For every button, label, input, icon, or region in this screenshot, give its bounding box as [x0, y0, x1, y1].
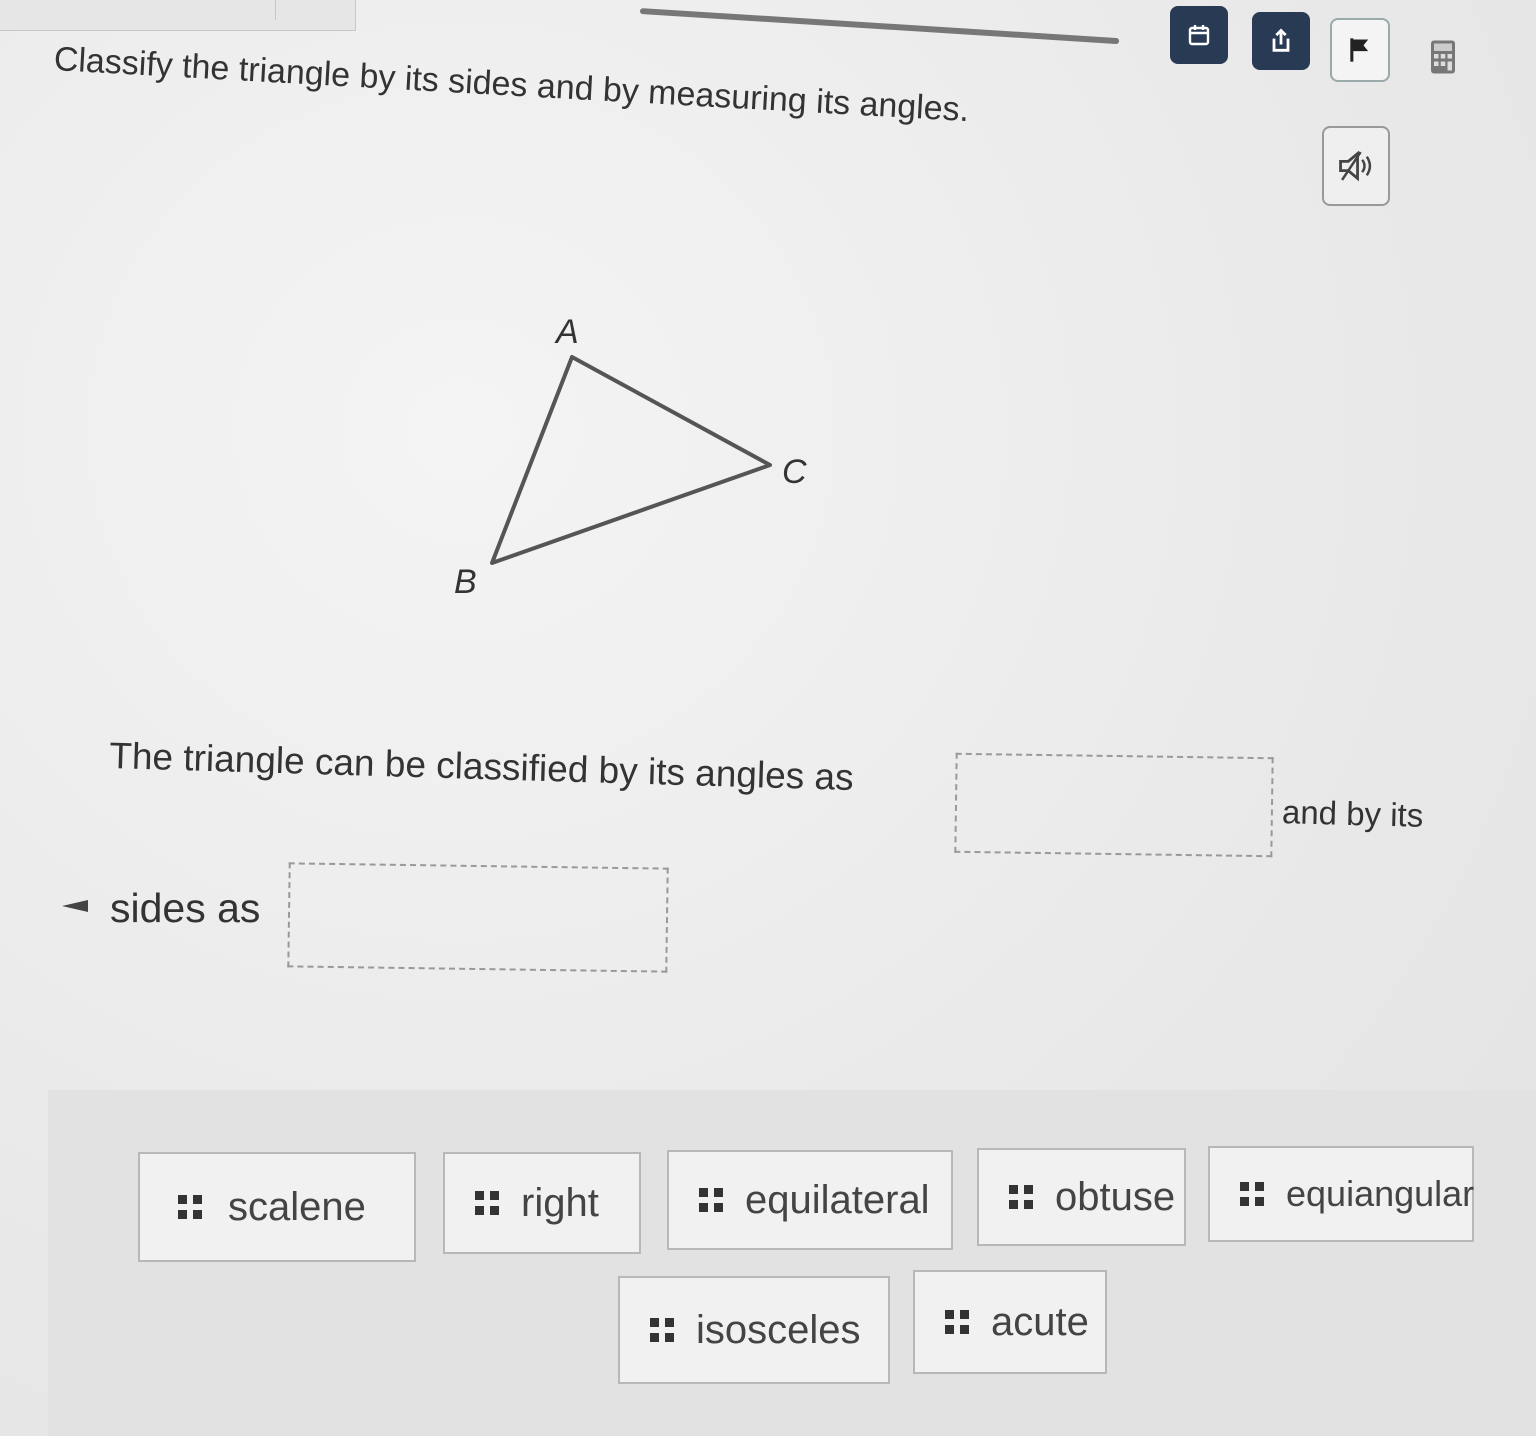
choice-chip-acute[interactable]: acute — [913, 1270, 1107, 1374]
answer-sentence-part-2: and by its — [1281, 793, 1424, 834]
drag-handle-icon — [475, 1191, 499, 1215]
calendar-icon — [1188, 25, 1210, 46]
vertex-label-c: C — [782, 453, 807, 491]
calendar-button[interactable] — [1170, 6, 1228, 64]
choice-chip-obtuse[interactable]: obtuse — [977, 1148, 1186, 1246]
top-tab[interactable] — [0, 0, 356, 31]
choice-label: scalene — [228, 1184, 366, 1229]
drag-handle-icon — [1009, 1185, 1033, 1209]
page: Classify the triangle by its sides and b… — [0, 0, 1536, 1436]
triangle-figure: A C B — [454, 313, 807, 601]
angle-classification-drop-zone[interactable] — [954, 752, 1274, 858]
pointer-arrow-icon — [62, 900, 88, 912]
drag-handle-icon — [178, 1195, 202, 1219]
progress-line — [639, 8, 1120, 45]
share-button[interactable] — [1252, 12, 1310, 70]
answer-choices-tray — [48, 1090, 1536, 1436]
choice-label: isosceles — [696, 1307, 861, 1352]
drag-handle-icon — [1240, 1182, 1264, 1206]
flag-icon — [1350, 38, 1369, 62]
calculator-button[interactable] — [1414, 28, 1472, 86]
triangle-shape — [490, 355, 772, 565]
choice-chip-isosceles[interactable]: isosceles — [618, 1276, 890, 1384]
choice-label: acute — [991, 1299, 1089, 1344]
answer-sentence-part-3: sides as — [110, 885, 261, 931]
choice-label: right — [521, 1180, 599, 1225]
vertex-label-a: A — [554, 313, 579, 351]
calculator-icon — [1431, 40, 1455, 74]
choice-label: obtuse — [1055, 1174, 1176, 1219]
speaker-icon — [1339, 150, 1372, 182]
side-classification-drop-zone[interactable] — [287, 862, 669, 973]
choice-label: equiangular — [1286, 1173, 1475, 1214]
choice-label: equilateral — [745, 1177, 930, 1222]
vertex-label-b: B — [454, 563, 477, 601]
drag-handle-icon — [945, 1310, 969, 1334]
choice-chip-equilateral[interactable]: equilateral — [667, 1150, 953, 1250]
flag-button[interactable] — [1330, 18, 1390, 82]
audio-button[interactable] — [1322, 126, 1390, 206]
choice-chip-equiangular[interactable]: equiangular — [1208, 1146, 1474, 1242]
share-icon — [1272, 28, 1290, 52]
drag-handle-icon — [650, 1318, 674, 1342]
answer-sentence-part-1: The triangle can be classified by its an… — [108, 735, 855, 799]
toolbar — [1168, 6, 1488, 100]
question-prompt: Classify the triangle by its sides and b… — [52, 40, 971, 130]
choice-chip-scalene[interactable]: scalene — [138, 1152, 416, 1262]
drag-handle-icon — [699, 1188, 723, 1212]
choice-chip-right[interactable]: right — [443, 1152, 641, 1254]
